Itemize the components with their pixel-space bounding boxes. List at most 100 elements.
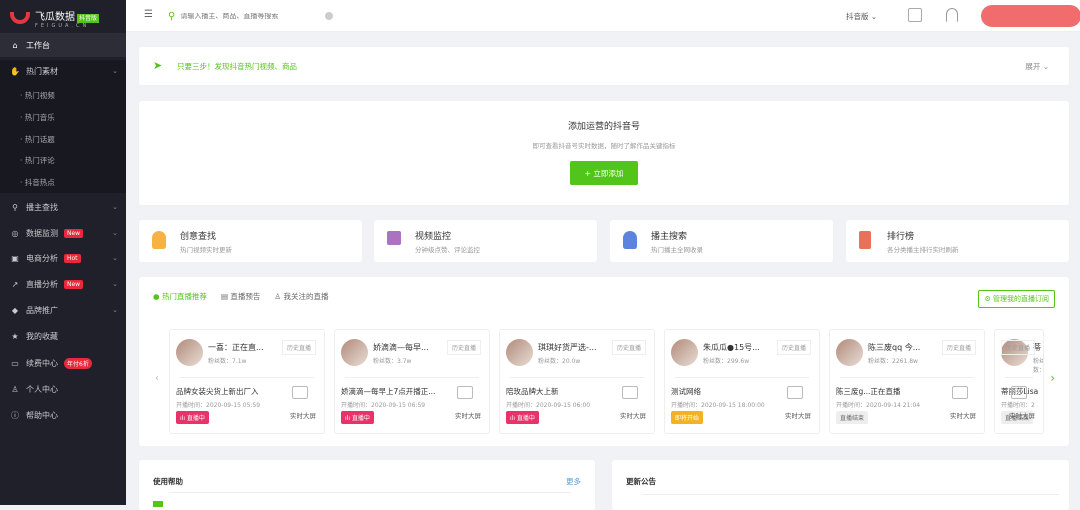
help-section: 使用帮助 更多 — [139, 460, 595, 510]
logo-name: 飞瓜数据 — [35, 11, 75, 23]
live-card[interactable]: 蒂 粉丝数： 历史直播 蒂丽莎Lisa 开播时间：2 直播结束 实时大屏 — [994, 329, 1044, 434]
bag-icon: ▣ — [11, 253, 19, 263]
subitem-label: 热门视频 — [24, 91, 55, 100]
paper-plane-icon: ➤ — [153, 59, 163, 72]
search-input[interactable] — [180, 12, 321, 20]
person-icon — [623, 231, 637, 249]
add-now-button[interactable]: + 立即添加 — [570, 161, 638, 185]
sidebar-item-1[interactable]: ✋ 热门素材 ⌄ — [0, 59, 126, 83]
sidebar-item-8[interactable]: ▭ 续费中心 年付6折 — [0, 351, 126, 375]
sidebar-subitem[interactable]: · 热门音乐 — [20, 112, 55, 123]
live-status-badge: 即将开始 — [671, 411, 704, 424]
live-card[interactable]: 娇滴滴—每早... 粉丝数：3.7w 历史直播 娇滴滴—每早上7点开播正... … — [334, 329, 490, 434]
fans-value: 20.0w — [562, 358, 581, 365]
live-card[interactable]: 朱瓜瓜●15号... 粉丝数：299.6w 历史直播 测试网络 开播时间：202… — [664, 329, 820, 434]
realtime-screen-link[interactable]: 实时大屏 — [950, 410, 976, 420]
sidebar-subitem[interactable]: · 热门视频 — [20, 90, 55, 101]
history-live-button[interactable]: 历史直播 — [446, 340, 481, 355]
screen-icon[interactable] — [292, 386, 308, 399]
avatar — [671, 339, 698, 366]
sidebar-item-6[interactable]: ◆ 品牌推广 ⌄ — [0, 298, 126, 322]
time-value: 2020-09-15 18:00:00 — [701, 402, 765, 409]
fans-label: 粉丝数： — [373, 358, 398, 365]
logo-mark — [10, 12, 30, 24]
sidebar-item-7[interactable]: ★ 我的收藏 — [0, 324, 126, 348]
search-box: ⚲ — [164, 6, 334, 26]
screen-icon[interactable] — [952, 386, 968, 399]
bulb-icon — [152, 231, 166, 249]
screen-icon[interactable] — [622, 386, 638, 399]
feature-card-0[interactable]: 创意查找 热门视频实时更新 — [139, 220, 362, 262]
sidebar-subitem[interactable]: · 热门评论 — [20, 155, 55, 166]
sidebar-subitem[interactable]: · 热门话题 — [20, 134, 55, 145]
clear-icon[interactable] — [325, 12, 334, 20]
subitem-label: 抖音热点 — [24, 178, 55, 187]
help-more-link[interactable]: 更多 — [566, 476, 581, 487]
history-live-button[interactable]: 历史直播 — [1000, 340, 1035, 355]
screen-icon[interactable] — [908, 8, 922, 22]
sidebar-item-label: 直播分析 — [26, 279, 58, 289]
help-icon: ⓘ — [11, 410, 19, 420]
search-icon: ⚲ — [12, 202, 18, 212]
logo[interactable]: 飞瓜数据 抖音版 FEIGUA.CN — [10, 6, 100, 30]
sidebar-item-10[interactable]: ⓘ 帮助中心 — [0, 403, 126, 427]
bar-chart-icon: ılı — [180, 415, 187, 422]
sidebar-item-0[interactable]: ⌂ 工作台 — [0, 33, 126, 57]
feature-card-1[interactable]: 视频监控 分钟级点赞、评论监控 — [374, 220, 597, 262]
tab-label: 直播预告 — [230, 292, 261, 301]
user-avatar-redacted[interactable] — [981, 5, 1080, 27]
screen-icon[interactable] — [787, 386, 803, 399]
live-card[interactable]: 一喜：正在直... 粉丝数：7.1w 历史直播 品牌女装尖货上新出厂入 开播时间… — [169, 329, 325, 434]
headset-icon[interactable] — [946, 8, 958, 22]
fans-label: 粉丝数： — [868, 358, 893, 365]
fans-label: 粉丝数： — [703, 358, 728, 365]
notice-title: 更新公告 — [626, 477, 656, 486]
topbar: ☰ ⚲ 抖音版 ⌄ — [126, 0, 1080, 32]
search-icon: ⚲ — [168, 10, 176, 22]
tab-live-preview[interactable]: ▤ 直播预告 — [221, 291, 260, 302]
next-arrow-icon[interactable]: › — [1050, 371, 1055, 385]
feature-title: 排行榜 — [887, 232, 915, 242]
start-time: 开播时间：2020-09-15 05:59 — [176, 400, 260, 409]
history-live-button[interactable]: 历史直播 — [611, 340, 646, 355]
history-live-button[interactable]: 历史直播 — [281, 340, 316, 355]
realtime-screen-link[interactable]: 实时大屏 — [620, 410, 646, 420]
add-desc: 即可查看抖音号实时数据，随时了解作品关键指标 — [532, 142, 676, 150]
monitor-icon: ◎ — [11, 228, 19, 238]
sidebar-subitem[interactable]: · 抖音热点 — [20, 177, 55, 188]
realtime-screen-link[interactable]: 实时大屏 — [455, 410, 481, 420]
video-monitor-icon — [387, 231, 401, 245]
trend-icon: ↗ — [11, 279, 19, 289]
realtime-screen-link[interactable]: 实时大屏 — [290, 410, 316, 420]
sidebar-item-2[interactable]: ⚲ 播主查找 ⌄ — [0, 195, 126, 219]
feature-desc: 热门播主全网收录 — [651, 246, 703, 254]
screen-icon[interactable] — [1011, 386, 1027, 399]
manage-subscriptions-button[interactable]: ⚙ 管理我的直播订阅 — [978, 290, 1055, 308]
tab-hot-live[interactable]: ● 热门直播推荐 — [153, 291, 207, 302]
version-select[interactable]: 抖音版 ⌄ — [846, 11, 877, 22]
feature-title: 播主搜索 — [651, 232, 688, 242]
sidebar-item-label: 工作台 — [26, 40, 50, 50]
screen-icon[interactable] — [457, 386, 473, 399]
tab-followed-live[interactable]: ♙ 我关注的直播 — [274, 291, 328, 302]
sidebar-item-3[interactable]: ◎ 数据监测 New ⌄ — [0, 221, 126, 245]
expand-label: 展开 — [1025, 62, 1041, 71]
feature-card-2[interactable]: 播主搜索热门播主全网收录 — [610, 220, 833, 262]
fans-label: 粉丝数： — [208, 358, 233, 365]
menu-toggle-icon[interactable]: ☰ — [144, 9, 153, 20]
sidebar-item-9[interactable]: ♙ 个人中心 — [0, 377, 126, 401]
feature-card-3[interactable]: 排行榜 各分类播主排行实时刷新 — [846, 220, 1069, 262]
realtime-screen-link[interactable]: 实时大屏 — [1009, 410, 1035, 420]
avatar — [836, 339, 863, 366]
guide-banner: ➤ 只要三步！发现抖音热门视频、商品 展开 ⌄ — [139, 47, 1069, 85]
realtime-screen-link[interactable]: 实时大屏 — [785, 410, 811, 420]
sidebar-item-4[interactable]: ▣ 电商分析 Hot ⌄ — [0, 246, 126, 270]
live-card[interactable]: 琪琪好货严选-... 粉丝数：20.0w 历史直播 陪玫品牌大上新 开播时间：2… — [499, 329, 655, 434]
sidebar-item-5[interactable]: ↗ 直播分析 New ⌄ — [0, 272, 126, 296]
prev-arrow-icon[interactable]: ‹ — [155, 373, 159, 384]
time-value: 2020-09-15 06:59 — [371, 402, 426, 409]
expand-button[interactable]: 展开 ⌄ — [1025, 61, 1049, 72]
live-card[interactable]: 陈三废qq 今... 粉丝数：2261.8w 历史直播 陈三废g...正在直播 … — [829, 329, 985, 434]
history-live-button[interactable]: 历史直播 — [776, 340, 811, 355]
history-live-button[interactable]: 历史直播 — [941, 340, 976, 355]
